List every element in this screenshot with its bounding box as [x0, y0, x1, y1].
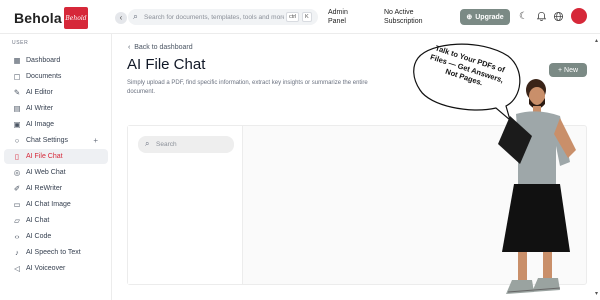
- sidebar-item-chat-settings[interactable]: ○ Chat Settings +: [4, 133, 108, 148]
- file-icon: ▯: [14, 152, 20, 161]
- chat-bubble-icon: ○: [14, 136, 20, 145]
- admin-panel-link[interactable]: Admin Panel: [328, 8, 362, 26]
- upgrade-button[interactable]: ⊕ Upgrade: [460, 9, 510, 25]
- expand-plus-icon[interactable]: +: [93, 136, 98, 145]
- microphone-icon: ♪: [15, 248, 19, 257]
- grid-icon: ▦: [13, 56, 21, 65]
- sidebar-item-label: AI Speech to Text: [26, 249, 81, 256]
- shortcut-key-k: K: [302, 12, 312, 22]
- sidebar-item-label: AI Code: [26, 233, 52, 240]
- code-icon: ‹›: [14, 232, 20, 241]
- subscription-status[interactable]: No Active Subscription: [384, 8, 448, 26]
- sidebar-item-ai-file-chat[interactable]: ▯ AI File Chat: [4, 149, 108, 164]
- user-avatar[interactable]: [571, 8, 587, 24]
- page-scrollbar[interactable]: [594, 36, 599, 298]
- folder-icon: ▢: [13, 72, 21, 81]
- sidebar-item-ai-code[interactable]: ‹› AI Code: [4, 229, 108, 244]
- page-title: AI File Chat: [127, 56, 206, 73]
- chat-icon: ▱: [14, 216, 20, 225]
- sidebar-item-dashboard[interactable]: ▦ Dashboard: [4, 53, 108, 68]
- global-search-input[interactable]: [144, 10, 284, 24]
- sidebar-item-label: AI Web Chat: [26, 169, 66, 176]
- chat-search-input[interactable]: [156, 138, 226, 151]
- logo-badge: Behold: [64, 7, 88, 29]
- sidebar: USER ▦ Dashboard ▢ Documents ✎ AI Editor ▤ A…: [0, 34, 112, 300]
- chat-list: ⌕: [128, 126, 243, 284]
- image-icon: ▣: [13, 120, 21, 129]
- promo-overlay: Talk to Your PDFs of Files — Get Answers…: [410, 40, 600, 300]
- language-globe-icon[interactable]: [553, 11, 564, 22]
- sidebar-item-ai-image[interactable]: ▣ AI Image: [4, 117, 108, 132]
- sidebar-item-label: AI Image: [26, 121, 55, 128]
- sidebar-section-label: USER: [12, 40, 29, 46]
- sidebar-item-ai-speech-to-text[interactable]: ♪ AI Speech to Text: [4, 245, 108, 260]
- sidebar-item-ai-voiceover[interactable]: ◁ AI Voiceover: [4, 261, 108, 276]
- sidebar-item-label: AI Voiceover: [26, 265, 66, 272]
- sidebar-item-ai-editor[interactable]: ✎ AI Editor: [4, 85, 108, 100]
- sidebar-item-documents[interactable]: ▢ Documents: [4, 69, 108, 84]
- sidebar-item-label: AI Writer: [26, 105, 54, 112]
- sidebar-item-ai-chat[interactable]: ▱ AI Chat: [4, 213, 108, 228]
- sidebar-item-label: AI File Chat: [26, 153, 63, 160]
- search-icon: ⌕: [133, 11, 139, 21]
- dark-mode-icon[interactable]: ☾: [518, 11, 529, 22]
- upgrade-label: Upgrade: [475, 13, 504, 21]
- sidebar-item-ai-chat-image[interactable]: ▭ AI Chat Image: [4, 197, 108, 212]
- search-icon: ⌕: [145, 139, 150, 148]
- page-description: Simply upload a PDF, find specific infor…: [127, 80, 368, 95]
- sidebar-item-label: AI ReWriter: [26, 185, 63, 192]
- sidebar-item-label: AI Chat: [26, 217, 50, 224]
- shortcut-key-ctrl: ctrl: [286, 12, 300, 22]
- globe-icon: ◎: [13, 168, 21, 177]
- sidebar-item-ai-rewriter[interactable]: ✐ AI ReWriter: [4, 181, 108, 196]
- pen-icon: ✐: [13, 184, 21, 193]
- back-to-dashboard-link[interactable]: ‹ Back to dashboard: [128, 44, 193, 51]
- chat-image-icon: ▭: [13, 200, 21, 209]
- global-search[interactable]: ⌕ ctrl K: [128, 9, 318, 25]
- sidebar-item-ai-web-chat[interactable]: ◎ AI Web Chat: [4, 165, 108, 180]
- sidebar-item-label: Dashboard: [26, 57, 61, 64]
- sidebar-item-label: Documents: [26, 73, 62, 80]
- chat-search[interactable]: ⌕: [138, 136, 234, 153]
- sidebar-item-ai-writer[interactable]: ▤ AI Writer: [4, 101, 108, 116]
- edit-icon: ✎: [13, 88, 21, 97]
- back-label: Back to dashboard: [134, 44, 193, 51]
- upgrade-icon: ⊕: [466, 14, 473, 21]
- chevron-left-icon: ‹: [128, 44, 131, 51]
- logo[interactable]: Behola: [14, 10, 62, 26]
- document-icon: ▤: [13, 104, 21, 113]
- notification-bell-icon[interactable]: [536, 11, 547, 22]
- sidebar-item-label: AI Editor: [26, 89, 53, 96]
- sidebar-item-label: AI Chat Image: [26, 201, 71, 208]
- speaker-icon: ◁: [14, 264, 20, 273]
- top-bar: Behola Behold ‹ ⌕ ctrl K Admin Panel No …: [0, 0, 600, 34]
- sidebar-item-label: Chat Settings: [26, 137, 69, 144]
- collapse-sidebar-button[interactable]: ‹: [115, 12, 127, 24]
